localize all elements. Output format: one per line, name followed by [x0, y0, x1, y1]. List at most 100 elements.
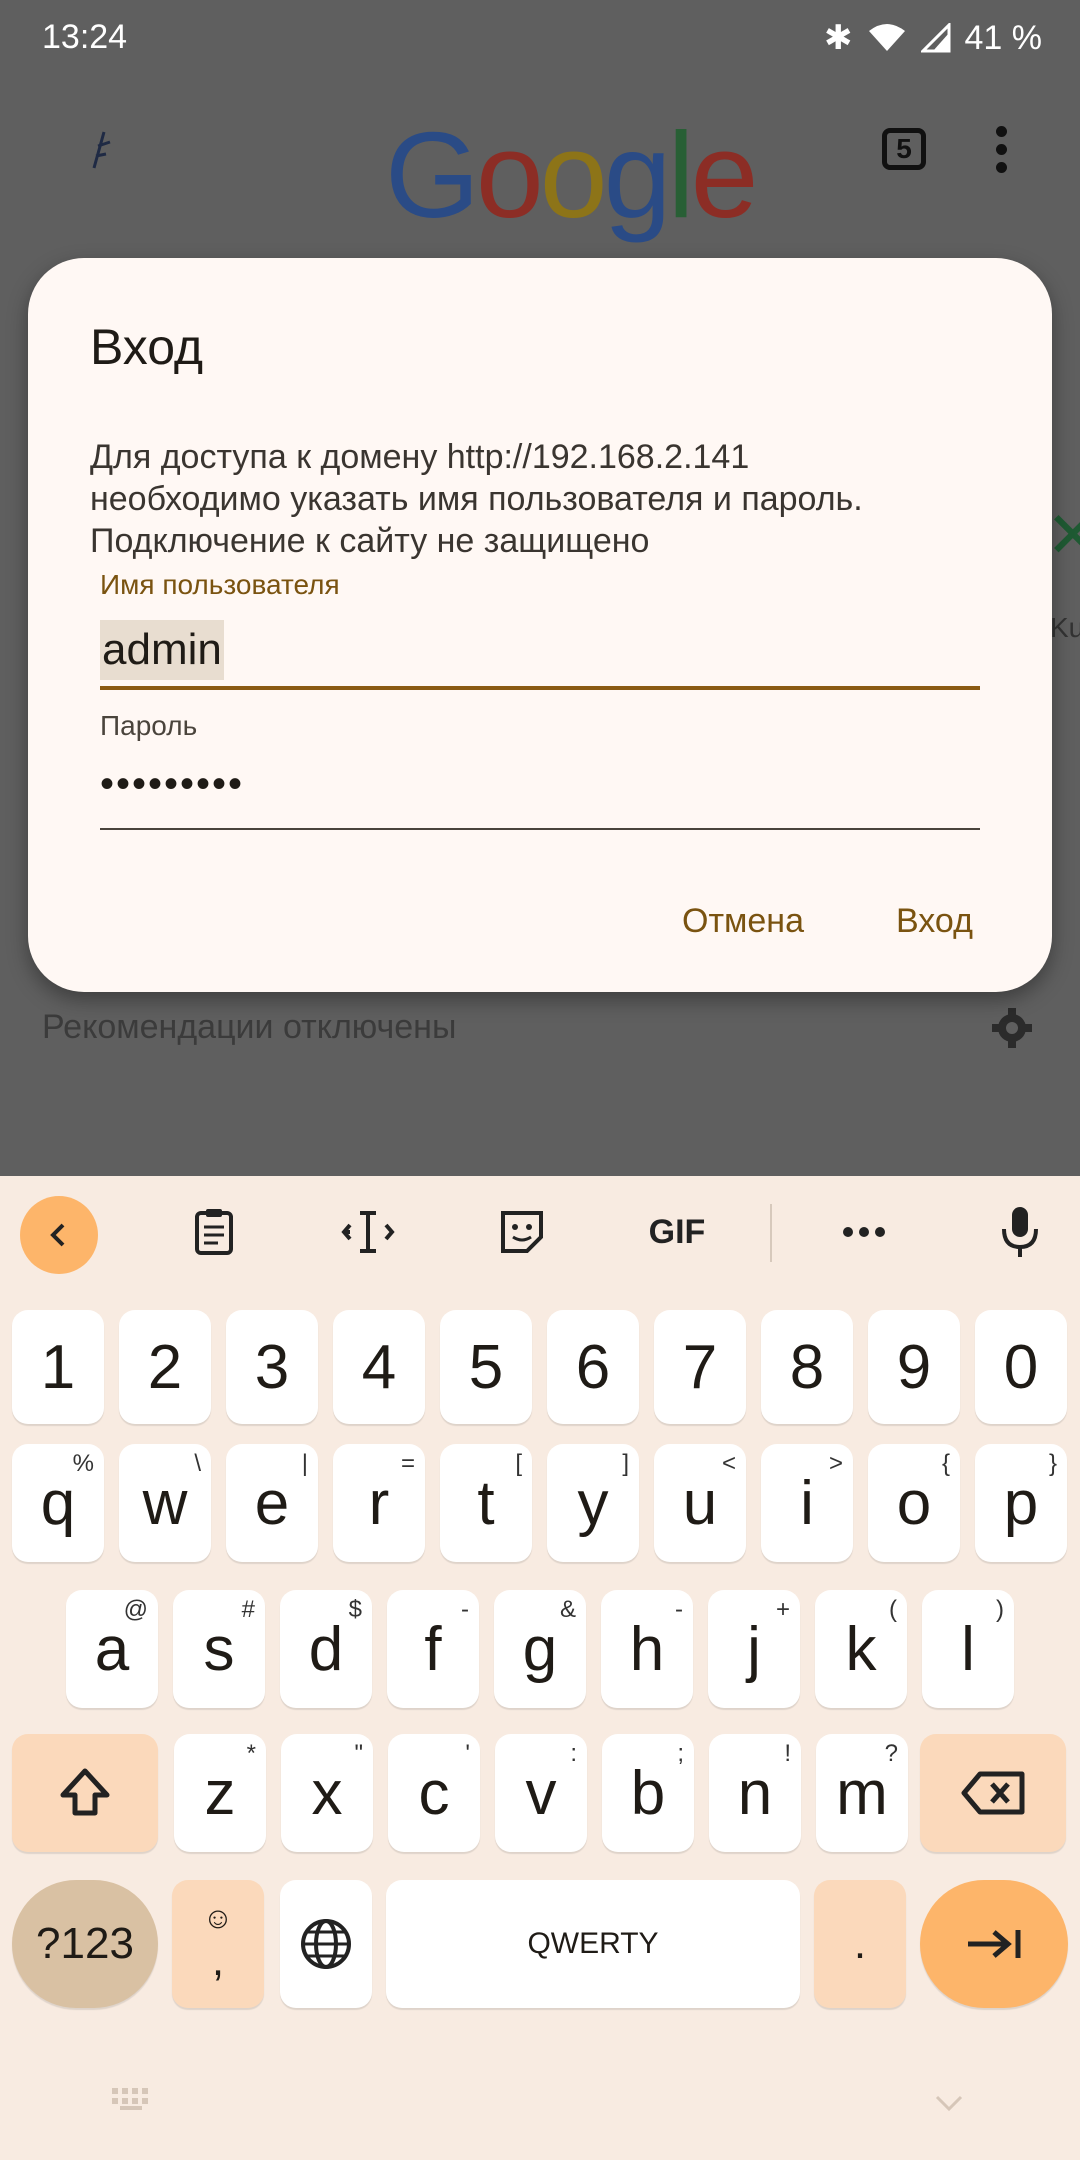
- key-f-secondary: -: [461, 1596, 469, 1623]
- backspace-key[interactable]: [920, 1734, 1066, 1852]
- symbols-key[interactable]: ?123: [12, 1880, 158, 2008]
- key-r[interactable]: r =: [333, 1444, 425, 1562]
- key-1[interactable]: 1: [12, 1310, 104, 1424]
- login-button[interactable]: Вход: [896, 902, 973, 941]
- key-9-label: 9: [896, 1332, 932, 1402]
- key-h[interactable]: h-: [601, 1590, 693, 1708]
- tabs-button[interactable]: 5: [882, 128, 926, 170]
- key-n[interactable]: n!: [709, 1734, 801, 1852]
- key-y-label: y: [577, 1468, 609, 1538]
- key-4[interactable]: 4: [333, 1310, 425, 1424]
- key-e-label: e: [254, 1468, 290, 1538]
- more-icon[interactable]: [836, 1204, 892, 1260]
- key-x[interactable]: x ": [281, 1734, 373, 1852]
- key-h-secondary: -: [675, 1596, 683, 1623]
- key-j[interactable]: j +: [708, 1590, 800, 1708]
- key-t[interactable]: t[: [440, 1444, 532, 1562]
- back-chevron-icon[interactable]: [20, 1196, 98, 1274]
- username-label: Имя пользователя: [100, 569, 340, 600]
- key-n-label: n: [737, 1758, 773, 1828]
- key-p-secondary: }: [1048, 1450, 1057, 1477]
- comma-emoji-key[interactable]: ☺ ,: [172, 1880, 264, 2008]
- shortcut-partial-label: Ku: [1050, 612, 1080, 643]
- key-m[interactable]: m?: [816, 1734, 908, 1852]
- key-0-label: 0: [1003, 1332, 1039, 1402]
- key-6[interactable]: 6: [547, 1310, 639, 1424]
- sticker-icon[interactable]: [494, 1204, 550, 1260]
- clipboard-icon[interactable]: [186, 1204, 242, 1260]
- status-bar: 13:24 ✱ 41 %: [0, 0, 1080, 80]
- key-i-secondary: >: [828, 1450, 843, 1477]
- key-o-label: o: [896, 1468, 932, 1538]
- more-options-icon[interactable]: [996, 126, 1008, 174]
- bluetooth-icon: ✱: [824, 19, 853, 57]
- key-y-secondary: ]: [622, 1450, 629, 1477]
- key-d[interactable]: d $: [280, 1590, 372, 1708]
- key-v[interactable]: v:: [495, 1734, 587, 1852]
- space-bar[interactable]: QWERTY: [386, 1880, 800, 2008]
- key-s-secondary: #: [241, 1596, 255, 1623]
- key-q-label: q: [40, 1468, 76, 1538]
- key-u[interactable]: u <: [654, 1444, 746, 1562]
- keyboard: GIF 1234567890 q% w \ e | r = t[y] u < i > o{p} a @ s #…: [0, 1176, 1080, 2160]
- next-field-key[interactable]: [920, 1880, 1068, 2008]
- key-b[interactable]: b;: [602, 1734, 694, 1852]
- key-2[interactable]: 2: [119, 1310, 211, 1424]
- chevron-down-icon[interactable]: [934, 2094, 964, 2112]
- key-i[interactable]: i >: [761, 1444, 853, 1562]
- key-3-label: 3: [254, 1332, 290, 1402]
- key-j-label: j: [747, 1614, 761, 1684]
- signal-icon: [920, 23, 950, 53]
- key-3[interactable]: 3: [226, 1310, 318, 1424]
- key-o[interactable]: o{: [868, 1444, 960, 1562]
- key-y[interactable]: y]: [547, 1444, 639, 1562]
- text-cursor-icon[interactable]: [340, 1204, 396, 1260]
- key-g[interactable]: g &: [494, 1590, 586, 1708]
- key-f[interactable]: f-: [387, 1590, 479, 1708]
- key-g-secondary: &: [559, 1596, 576, 1623]
- key-b-secondary: ;: [677, 1740, 684, 1767]
- key-4-label: 4: [361, 1332, 397, 1402]
- shift-key[interactable]: [12, 1734, 158, 1852]
- username-field[interactable]: admin: [100, 620, 224, 680]
- key-k-label: k: [845, 1614, 877, 1684]
- language-key[interactable]: [280, 1880, 372, 2008]
- key-9[interactable]: 9: [868, 1310, 960, 1424]
- key-7[interactable]: 7: [654, 1310, 746, 1424]
- key-0[interactable]: 0: [975, 1310, 1067, 1424]
- dialog-title: Вход: [90, 319, 204, 375]
- key-z-label: z: [204, 1758, 236, 1828]
- key-e[interactable]: e |: [226, 1444, 318, 1562]
- recommendations-label: Рекомендации отключены: [42, 1008, 457, 1046]
- key-q[interactable]: q%: [12, 1444, 104, 1562]
- key-m-secondary: ?: [884, 1740, 898, 1767]
- key-s[interactable]: s #: [173, 1590, 265, 1708]
- key-p-label: p: [1003, 1468, 1039, 1538]
- key-u-secondary: <: [721, 1450, 736, 1477]
- key-j-secondary: +: [775, 1596, 790, 1623]
- dialog-message: Для доступа к домену http://192.168.2.14…: [90, 438, 863, 560]
- key-r-secondary: =: [400, 1450, 415, 1477]
- key-r-label: r: [368, 1468, 390, 1538]
- key-k[interactable]: k(: [815, 1590, 907, 1708]
- gif-button[interactable]: GIF: [642, 1204, 712, 1260]
- key-w[interactable]: w \: [119, 1444, 211, 1562]
- period-key[interactable]: .: [814, 1880, 906, 2008]
- doodle-icon[interactable]: [84, 128, 118, 172]
- microphone-icon[interactable]: [992, 1204, 1048, 1260]
- cancel-button[interactable]: Отмена: [682, 902, 804, 941]
- key-z[interactable]: z *: [174, 1734, 266, 1852]
- key-p[interactable]: p}: [975, 1444, 1067, 1562]
- key-l-secondary: ): [996, 1596, 1004, 1623]
- key-5-label: 5: [468, 1332, 504, 1402]
- key-c[interactable]: c ': [388, 1734, 480, 1852]
- key-5[interactable]: 5: [440, 1310, 532, 1424]
- keyboard-hide-icon[interactable]: [110, 2086, 154, 2112]
- key-z-secondary: *: [246, 1740, 256, 1767]
- password-field[interactable]: •••••••••: [100, 762, 244, 807]
- gear-icon[interactable]: [990, 1006, 1034, 1050]
- key-8[interactable]: 8: [761, 1310, 853, 1424]
- key-n-secondary: !: [784, 1740, 791, 1767]
- key-a[interactable]: a @: [66, 1590, 158, 1708]
- key-l[interactable]: l): [922, 1590, 1014, 1708]
